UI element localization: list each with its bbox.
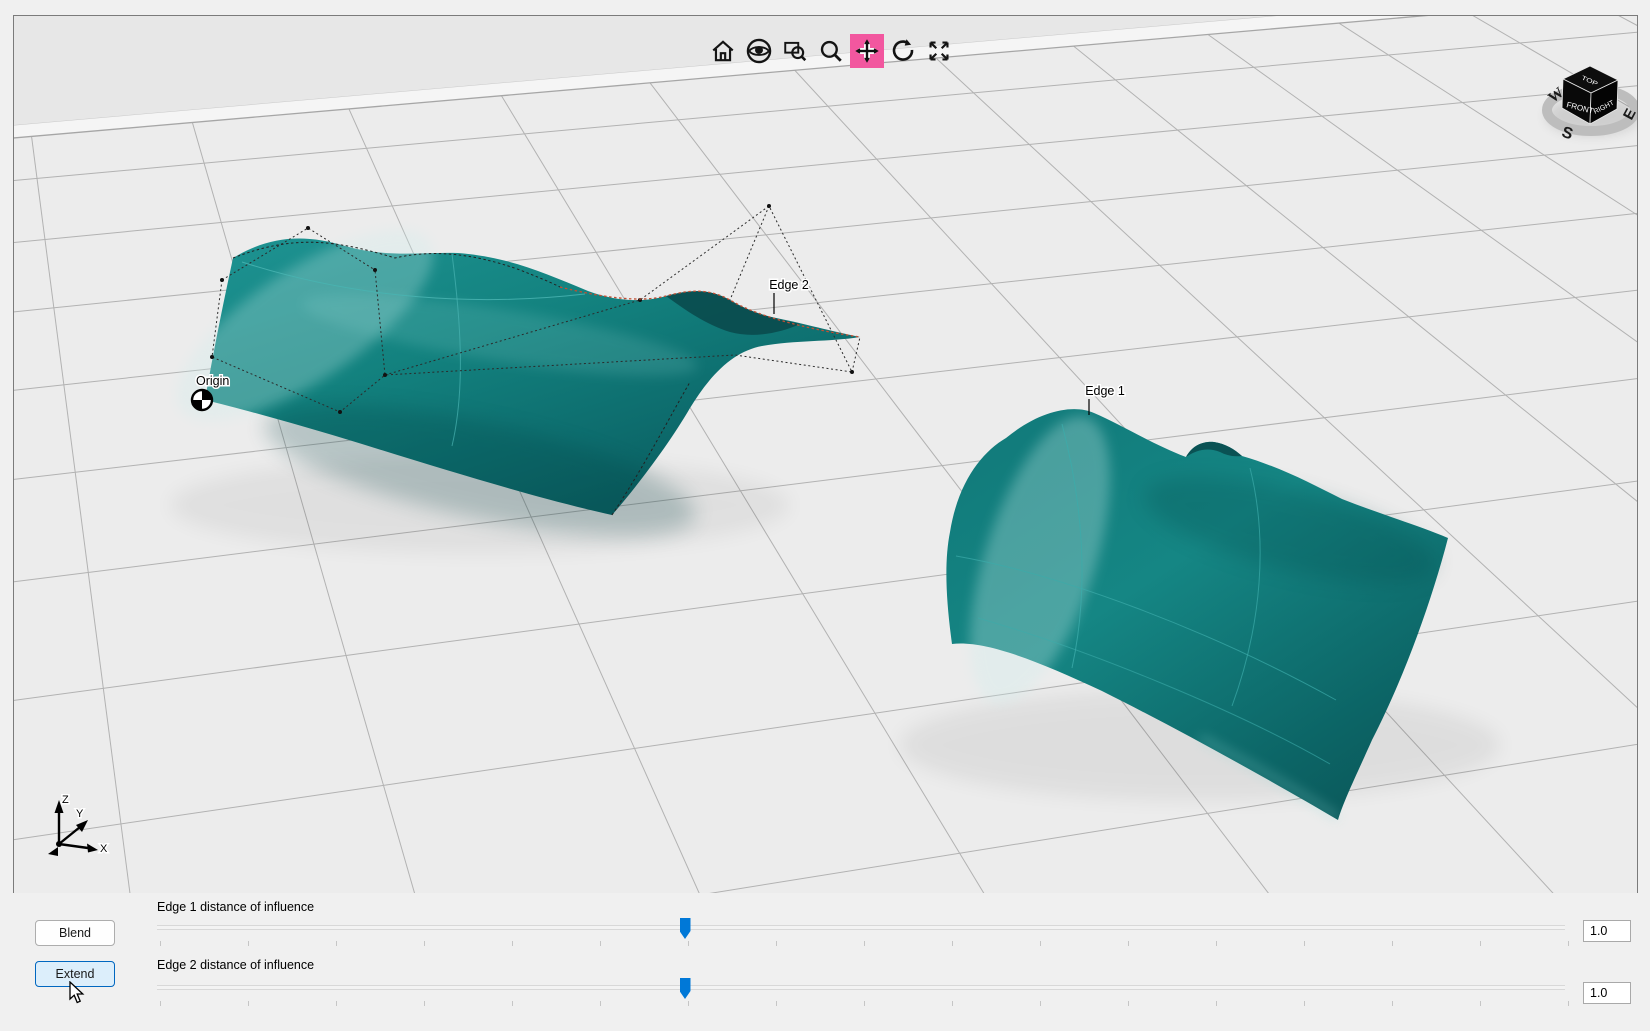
edge2-slider-label: Edge 2 distance of influence xyxy=(157,958,315,972)
view-cube[interactable]: W S E TOP FRONT RIGHT xyxy=(1529,52,1637,147)
edge1-slider-track[interactable] xyxy=(157,925,1565,930)
zoom-fit-icon[interactable] xyxy=(922,34,956,68)
blend-button[interactable]: Blend xyxy=(35,920,115,946)
edge1-slider-label: Edge 1 distance of influence xyxy=(157,900,315,914)
edge2-label: Edge 2 xyxy=(769,278,809,292)
edge2-slider-ticks xyxy=(160,1001,1569,1006)
axis-y-label: Y xyxy=(76,808,84,820)
edge1-value-input[interactable] xyxy=(1583,920,1631,942)
zoom-icon[interactable] xyxy=(814,34,848,68)
edge2-slider-thumb[interactable] xyxy=(679,978,691,999)
application-window: Origin Edge 2 Edge 1 Z Y X W S E TOP FRO… xyxy=(0,0,1650,1031)
look-at-icon[interactable] xyxy=(742,34,776,68)
axis-z-label: Z xyxy=(62,794,69,806)
home-icon[interactable] xyxy=(706,34,740,68)
edge1-label: Edge 1 xyxy=(1085,384,1125,398)
axis-x-label: X xyxy=(100,843,108,855)
edge2-slider-track[interactable] xyxy=(157,985,1565,990)
edge2-value-input[interactable] xyxy=(1583,982,1631,1004)
3d-viewport[interactable]: Origin Edge 2 Edge 1 Z Y X W S E TOP FRO… xyxy=(13,15,1638,894)
mouse-cursor xyxy=(69,981,85,1004)
edge1-slider-thumb[interactable] xyxy=(679,918,691,939)
orbit-icon[interactable] xyxy=(886,34,920,68)
command-panel: Blend Extend Edge 1 distance of influenc… xyxy=(0,893,1650,1031)
scene-canvas: Origin Edge 2 Edge 1 Z Y X xyxy=(14,16,1637,893)
edge1-slider-ticks xyxy=(160,941,1569,946)
zoom-window-icon[interactable] xyxy=(778,34,812,68)
origin-label: Origin xyxy=(196,374,229,388)
viewport-toolbar xyxy=(706,34,956,68)
pan-icon[interactable] xyxy=(850,34,884,68)
